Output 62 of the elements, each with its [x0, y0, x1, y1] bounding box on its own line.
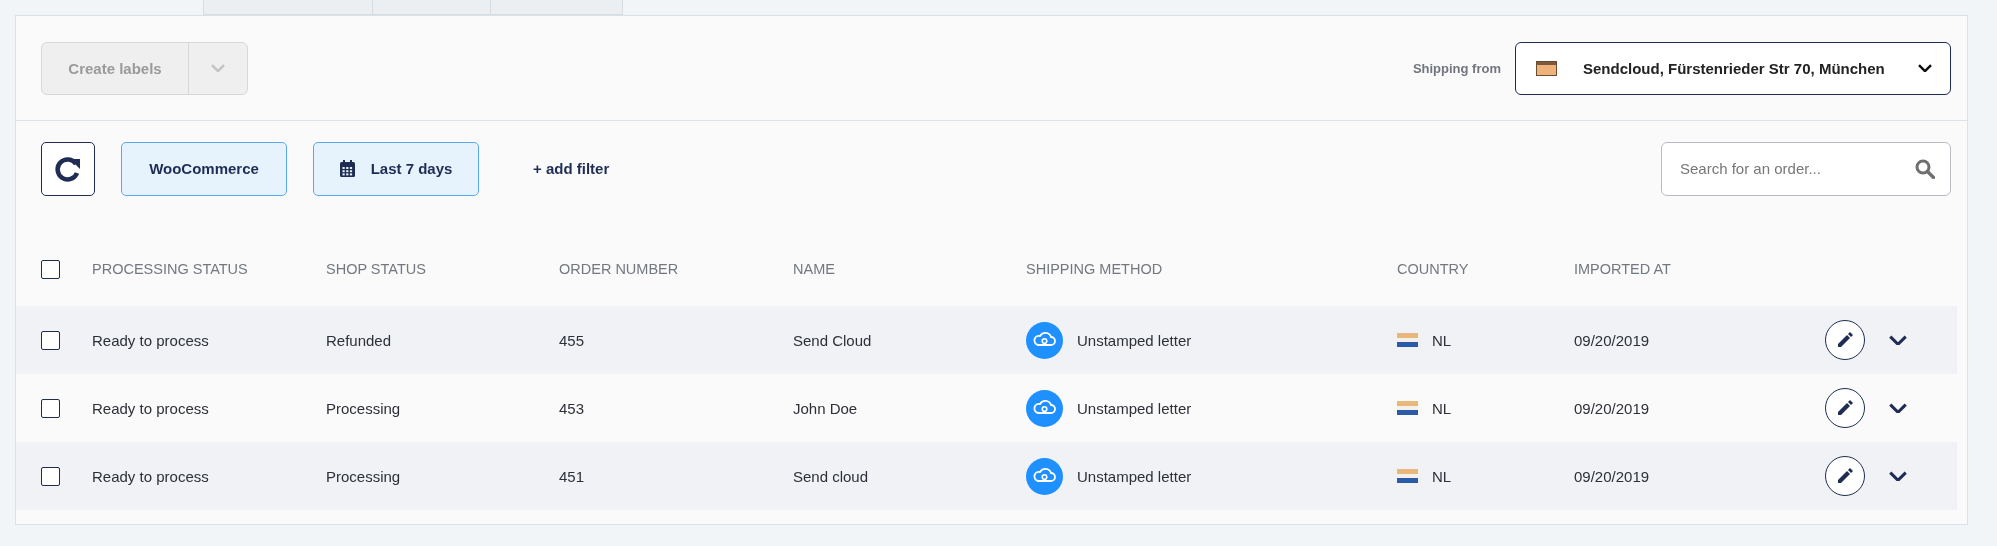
table-cell-text: 09/20/2019 [1574, 399, 1651, 417]
chevron-icon [1889, 334, 1907, 346]
filter-chip[interactable]: WooCommerce [121, 141, 287, 196]
flag-icon [1397, 401, 1418, 415]
table-cell-text: Ready to process [92, 331, 210, 349]
caret-icon [1918, 63, 1932, 73]
edit-button[interactable] [1825, 456, 1865, 496]
table-cell: Unstamped letter [1077, 399, 1192, 417]
caret-icon [211, 63, 225, 73]
flag-icon [1397, 333, 1418, 347]
edit-button[interactable] [1825, 388, 1865, 428]
chevron-icon [1889, 470, 1907, 482]
pencil-icon [1836, 467, 1854, 485]
search-icon [1915, 158, 1935, 179]
shipping-from-select[interactable]: Sendcloud, Fürstenrieder Str 70, München [1515, 41, 1951, 95]
column-header: SHIPPING METHOD [1026, 261, 1164, 277]
pencil-icon [1836, 399, 1854, 417]
column-header: COUNTRY [1397, 261, 1470, 277]
flag-icon [1397, 469, 1418, 483]
column-header: PROCESSING STATUS [92, 261, 249, 277]
add-filter-link[interactable]: + add filter [527, 159, 616, 178]
table-cell-text: Send cloud [793, 467, 870, 485]
cloud-icon [1026, 457, 1063, 495]
search-field[interactable]: Search for an order... [1661, 141, 1951, 196]
table-cell-text: Ready to process [92, 399, 210, 417]
cloud-icon [1026, 321, 1063, 359]
order-row[interactable]: Ready to process Processing 451 Send cloud Unstamped letter NL 09/20/2019 [16, 442, 1957, 510]
row-checkbox[interactable] [41, 330, 60, 350]
order-row[interactable]: Ready to process Refunded 455 Send Cloud Unstamped letter NL 09/20/2019 [16, 306, 1957, 374]
table-cell: NL [1432, 399, 1452, 417]
table-cell-text: Refunded [326, 331, 393, 349]
table-cell: NL [1432, 467, 1452, 485]
refresh-button[interactable] [41, 141, 95, 196]
table-cell-text: 455 [559, 331, 586, 349]
table-cell: NL [1432, 331, 1452, 349]
table-cell: Unstamped letter [1077, 467, 1192, 485]
table-cell-text: Ready to process [92, 467, 210, 485]
table-cell: Unstamped letter [1077, 331, 1192, 349]
row-checkbox[interactable] [41, 466, 60, 486]
shipping-from-label: Shipping from [1412, 60, 1501, 76]
refresh-icon [55, 155, 81, 182]
table-cell-text: Processing [326, 467, 402, 485]
box-icon [1536, 60, 1557, 76]
calendar-icon [339, 160, 355, 177]
table-cell-text: Send Cloud [793, 331, 873, 349]
edit-button[interactable] [1825, 320, 1865, 360]
column-header: SHOP STATUS [326, 261, 427, 277]
table-cell-text: 09/20/2019 [1574, 467, 1651, 485]
table-cell-text: 453 [559, 399, 586, 417]
table-cell-text: Processing [326, 399, 402, 417]
pencil-icon [1836, 331, 1854, 349]
filter-chip[interactable]: Last 7 days [313, 141, 479, 196]
table-cell-text: 451 [559, 467, 586, 485]
table-cell-text: 09/20/2019 [1574, 331, 1651, 349]
column-header: IMPORTED AT [1574, 261, 1672, 277]
row-checkbox[interactable] [41, 398, 60, 418]
cloud-icon [1026, 389, 1063, 427]
select-all-checkbox[interactable] [41, 259, 60, 279]
column-header: NAME [793, 261, 836, 277]
column-header: ORDER NUMBER [559, 261, 680, 277]
table-cell-text: John Doe [793, 399, 859, 417]
chevron-icon [1889, 402, 1907, 414]
